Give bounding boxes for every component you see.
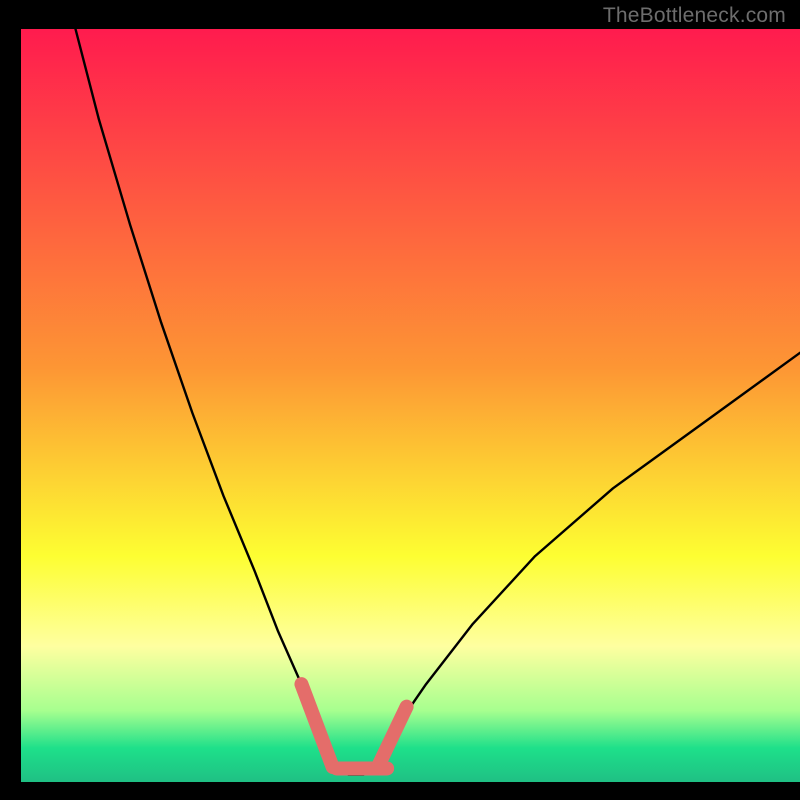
bottleneck-chart [0,0,800,800]
watermark-text: TheBottleneck.com [603,4,786,28]
chart-background [21,29,800,782]
